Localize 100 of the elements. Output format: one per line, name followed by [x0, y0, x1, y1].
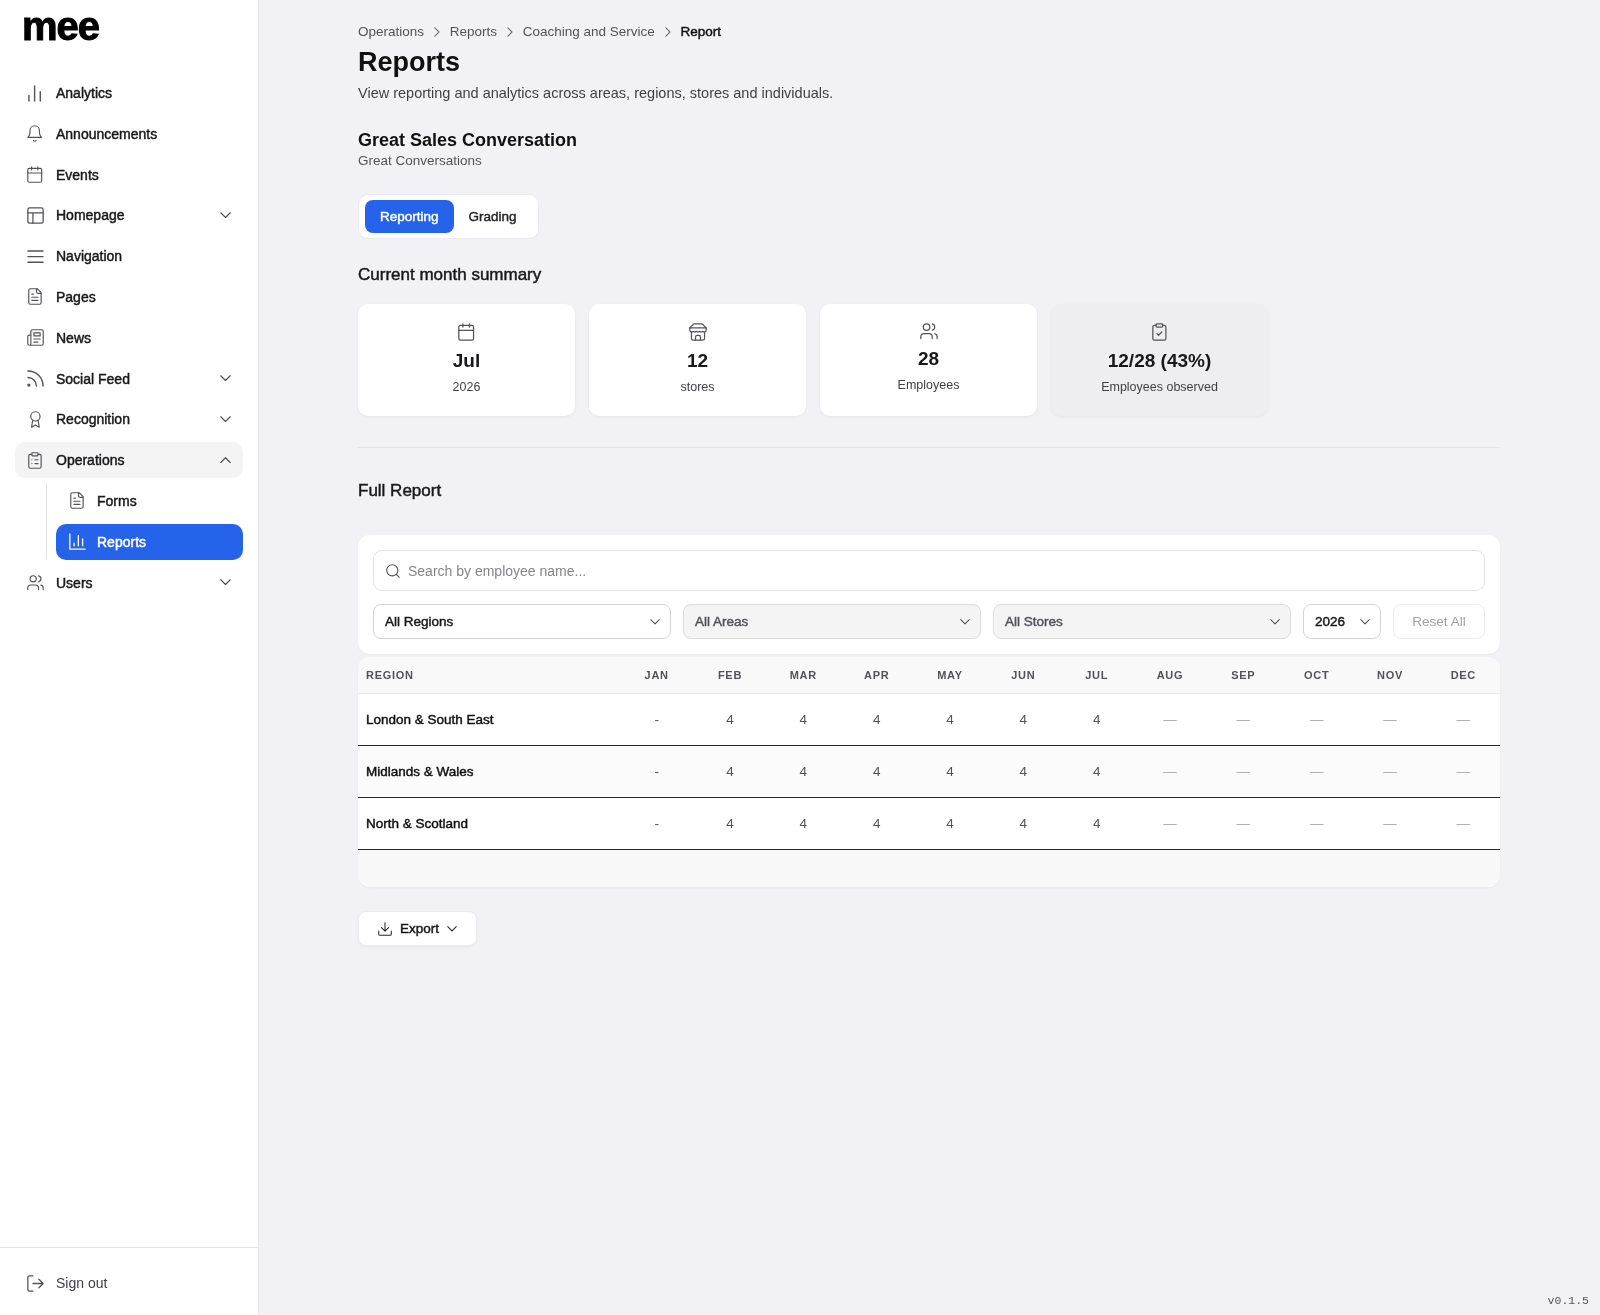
logo: mee [22, 6, 100, 46]
card-value: Jul [452, 349, 481, 373]
column-header: OCT [1303, 669, 1331, 681]
table-cell-text: 4 [725, 814, 735, 833]
column-header: MAR [788, 669, 818, 681]
tab[interactable]: Grading [453, 200, 532, 233]
table-cell-text: North & Scotland [365, 814, 470, 833]
table-cell-text: — [1235, 762, 1252, 781]
column-header: DEC [1449, 669, 1477, 681]
chevron-down-icon [1270, 618, 1280, 625]
table-cell-text: - [653, 710, 660, 729]
breadcrumb-link[interactable]: Coaching and Service [522, 23, 655, 41]
table-cell-text: 4 [798, 762, 809, 781]
tab[interactable]: Reporting [365, 200, 454, 233]
users-icon [919, 323, 938, 340]
sign-out-icon [26, 1274, 44, 1292]
sidebar-item[interactable]: Homepage [15, 197, 243, 234]
sidebar-item[interactable]: Recognition [15, 401, 243, 438]
bar-chart-icon [68, 533, 86, 551]
column-header: JUN [1010, 669, 1037, 681]
document-icon [70, 492, 84, 510]
breadcrumb-link[interactable]: Reports [449, 23, 498, 41]
table-cell-text: 4 [871, 762, 882, 781]
column-header: MAY [936, 669, 964, 681]
chevron-right-icon [507, 27, 513, 37]
table-cell-text: — [1382, 762, 1398, 781]
filter-dropdown[interactable]: 2026 [1303, 604, 1381, 639]
sidebar-item[interactable]: News [15, 319, 243, 356]
table-cell-text: 4 [871, 710, 882, 729]
store-icon [688, 323, 707, 341]
chevron-right-icon [434, 27, 440, 37]
card-value: 28 [917, 347, 940, 372]
table-cell-text: - [653, 814, 660, 833]
table-cell-text: — [1455, 814, 1472, 833]
search-icon [386, 563, 400, 578]
section-title: Current month summary [358, 264, 542, 286]
card-caption: stores [680, 379, 715, 395]
sidebar-item[interactable]: Analytics [15, 75, 243, 111]
table-cell-text: — [1455, 710, 1472, 729]
table-cell-text: London & South East [365, 710, 495, 729]
sidebar-item[interactable]: Social Feed [15, 360, 243, 397]
table-cell-text: 4 [871, 814, 882, 833]
sidebar-item[interactable]: Operations [15, 442, 243, 479]
table-cell-text: — [1382, 814, 1398, 833]
column-header: FEB [716, 669, 744, 681]
table-cell-text: — [1308, 814, 1325, 833]
table-cell-text: — [1162, 762, 1178, 781]
layout-icon [26, 206, 44, 224]
users-icon [26, 574, 44, 591]
table-cell-text: 4 [1091, 814, 1102, 833]
chevron-down-icon [960, 618, 970, 625]
chevron-down-icon [447, 925, 458, 932]
table-cell-text: 4 [1091, 762, 1102, 781]
sidebar-item[interactable]: Navigation [15, 238, 243, 275]
sidebar-item[interactable]: Users [15, 564, 243, 601]
table-cell-text: 4 [945, 814, 955, 833]
menu-icon [26, 249, 44, 263]
table-cell-text: — [1162, 814, 1178, 833]
bar-chart-icon [28, 84, 42, 102]
award-icon [29, 410, 41, 428]
card-value: 12/28 (43%) [1107, 349, 1212, 373]
export-button[interactable]: Export [358, 911, 478, 946]
report-subtitle: Great Conversations [358, 152, 482, 170]
table-cell-text: — [1308, 762, 1325, 781]
filter-dropdown[interactable]: All Regions [373, 604, 671, 639]
table-cell-text: 4 [1018, 710, 1029, 729]
table-cell-text: 4 [945, 762, 955, 781]
calendar-icon [458, 323, 475, 341]
sidebar-item[interactable]: Pages [15, 279, 243, 315]
table-cell-text: 4 [1091, 710, 1102, 729]
column-header: NOV [1376, 669, 1404, 681]
table-cell-text: — [1382, 710, 1398, 729]
chevron-right-icon [664, 27, 671, 37]
bell-icon [27, 125, 43, 143]
clipboard-icon [28, 451, 42, 469]
table-cell-text: 4 [725, 762, 735, 781]
chevron-down-icon [650, 618, 660, 625]
table-cell-text: — [1308, 710, 1325, 729]
table-cell-text: 4 [1018, 814, 1029, 833]
table-cell-text: Midlands & Wales [365, 762, 475, 781]
rss-icon [26, 370, 44, 388]
sign-out-button[interactable]: Sign out [15, 1265, 120, 1301]
column-header: SEP [1230, 669, 1257, 681]
page-title: Reports [358, 46, 460, 79]
report-title: Great Sales Conversation [358, 129, 578, 152]
breadcrumb-link[interactable]: Operations [358, 23, 425, 41]
version-label: v0.1.5 [1547, 1293, 1589, 1308]
sidebar-item[interactable]: Forms [56, 482, 243, 519]
sidebar-item[interactable]: Events [15, 156, 243, 193]
table-cell-text: — [1235, 814, 1252, 833]
table-cell-text: — [1235, 710, 1252, 729]
download-icon [378, 921, 392, 936]
search-field[interactable]: Search by employee name... [373, 550, 1485, 591]
table-cell-text: 4 [798, 814, 809, 833]
table-cell-text: — [1455, 762, 1472, 781]
sidebar-item[interactable]: Reports [56, 523, 243, 560]
sidebar-item[interactable]: Announcements [15, 115, 243, 152]
table-cell-text: 4 [798, 710, 809, 729]
clipboard-check-icon [1152, 323, 1167, 341]
document-icon [28, 288, 42, 306]
